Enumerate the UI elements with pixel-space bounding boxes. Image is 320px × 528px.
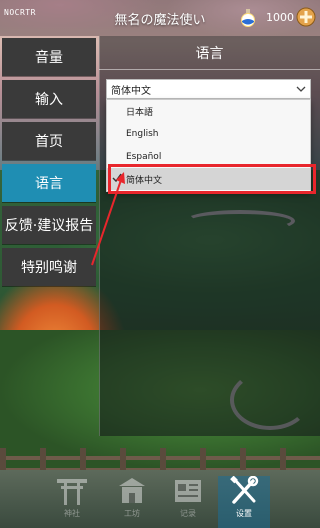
- menu-item-label: 语言: [35, 176, 63, 192]
- option-label: Español: [126, 152, 162, 162]
- plus-icon[interactable]: [296, 7, 316, 27]
- menu-item-input[interactable]: 输入: [2, 80, 96, 118]
- nav-label: 记录: [180, 509, 196, 518]
- menu-item-volume[interactable]: 音量: [2, 38, 96, 76]
- wrench-screwdriver-icon: [230, 476, 259, 504]
- option-label: English: [126, 129, 159, 139]
- highlight-annotation: [108, 164, 316, 194]
- language-option-english[interactable]: English: [107, 123, 310, 145]
- language-select-value: 简体中文: [111, 85, 151, 97]
- torii-icon: [57, 479, 87, 505]
- newspaper-icon: [175, 480, 201, 502]
- language-option-japanese[interactable]: 日本語: [107, 100, 310, 122]
- nav-label: 工坊: [124, 509, 140, 518]
- language-select[interactable]: 简体中文: [106, 79, 311, 99]
- nav-shrine[interactable]: 神社: [46, 476, 98, 528]
- nav-label: 神社: [64, 509, 80, 518]
- bottom-nav: 神社 工坊 记录 设置: [0, 470, 320, 528]
- nav-records[interactable]: 记录: [162, 476, 214, 528]
- annotation-arrow-icon: [91, 172, 125, 266]
- option-label: 日本語: [126, 107, 154, 118]
- panel-title: 语言: [99, 36, 320, 70]
- nav-workshop[interactable]: 工坊: [106, 476, 158, 528]
- menu-item-home[interactable]: 首页: [2, 122, 96, 160]
- menu-item-label: 特别鸣谢: [21, 260, 77, 276]
- potion-icon: [241, 9, 255, 27]
- menu-item-label: 输入: [35, 92, 63, 108]
- chevron-down-icon: [296, 86, 306, 92]
- nav-settings[interactable]: 设置: [218, 476, 270, 528]
- top-bar: NOCRTR 無名の魔法使い 1000: [0, 0, 320, 36]
- coin-count: 1000: [266, 11, 294, 24]
- menu-item-label: 首页: [35, 134, 63, 150]
- panel-title-text: 语言: [195, 45, 224, 62]
- nav-label: 设置: [236, 509, 252, 518]
- menu-item-label: 音量: [35, 50, 63, 66]
- building-icon: [119, 478, 145, 503]
